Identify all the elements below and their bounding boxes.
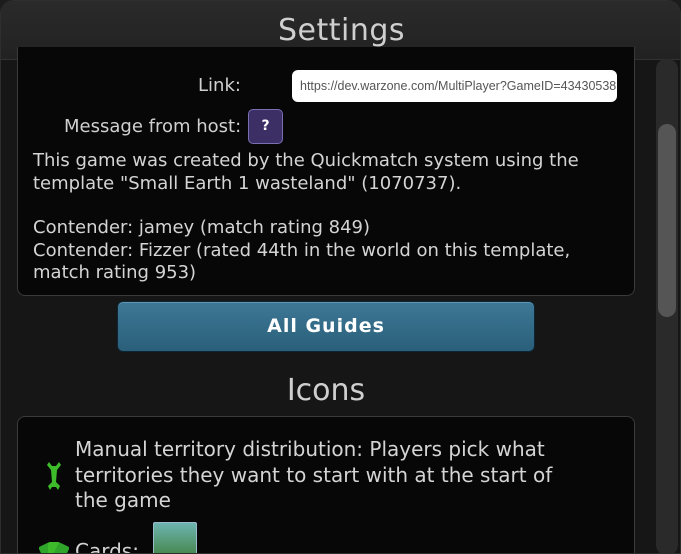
description-line: template "Small Earth 1 wasteland" (1070… — [33, 172, 462, 194]
game-description: This game was created by the Quickmatch … — [33, 150, 613, 285]
contender-line: Contender: jamey (match rating 849) — [33, 217, 371, 238]
card-thumbnail[interactable] — [153, 522, 197, 553]
cards-icon — [39, 542, 69, 553]
scrollbar-thumb[interactable] — [658, 124, 676, 317]
host-message-label: Message from host: — [64, 116, 242, 137]
contender-line: match rating 953) — [33, 262, 197, 283]
description-line: This game was created by the Quickmatch … — [33, 150, 579, 171]
wrench-icon — [47, 462, 61, 490]
all-guides-button[interactable]: All Guides — [117, 301, 535, 352]
host-message-button[interactable]: ? — [248, 109, 283, 144]
contender-line: Contender: Fizzer (rated 44th in the wor… — [33, 239, 571, 261]
game-link-field[interactable]: https://dev.warzone.com/MultiPlayer?Game… — [292, 70, 617, 102]
link-label: Link: — [198, 75, 241, 96]
manual-distribution-text: Manual territory distribution: Players p… — [75, 437, 553, 512]
cards-label: Cards: — [75, 539, 139, 554]
icons-section-title: Icons — [286, 373, 366, 408]
settings-window: Settings Link: https://dev.warzone.com/M… — [0, 0, 681, 554]
